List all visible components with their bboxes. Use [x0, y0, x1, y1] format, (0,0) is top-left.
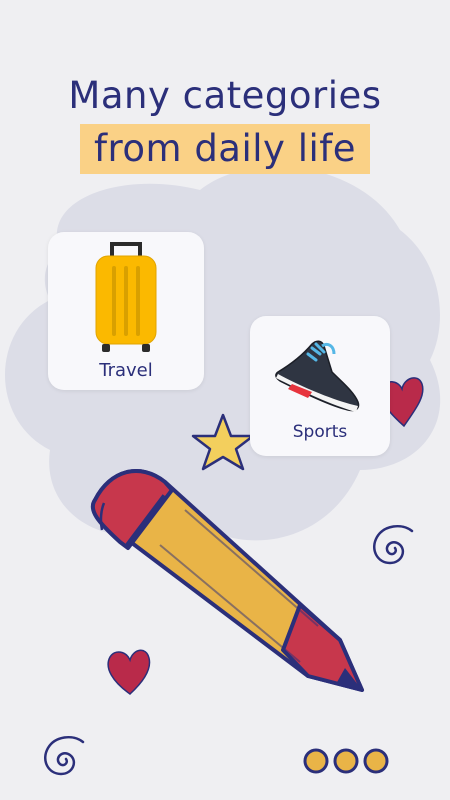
headline: Many categories from daily life	[0, 72, 450, 174]
category-label-travel: Travel	[99, 360, 153, 381]
pagination-dot	[303, 748, 329, 774]
sneaker-icon	[275, 340, 360, 412]
spiral-icon-left	[44, 735, 85, 776]
pagination-dot	[363, 748, 389, 774]
headline-line-2: from daily life	[93, 127, 357, 170]
onboarding-screen: Many categories from daily life Travel S…	[0, 0, 450, 800]
pagination-dots	[303, 748, 389, 774]
category-card-travel[interactable]: Travel	[48, 232, 204, 390]
pagination-dot	[333, 748, 359, 774]
heart-icon-left	[107, 649, 151, 695]
headline-line-1: Many categories	[68, 74, 382, 117]
suitcase-icon	[95, 242, 157, 352]
category-label-sports: Sports	[292, 422, 348, 442]
category-card-sports[interactable]: Sports	[250, 316, 390, 456]
spiral-icon-right	[373, 524, 414, 565]
headline-highlight: from daily life	[79, 124, 371, 174]
